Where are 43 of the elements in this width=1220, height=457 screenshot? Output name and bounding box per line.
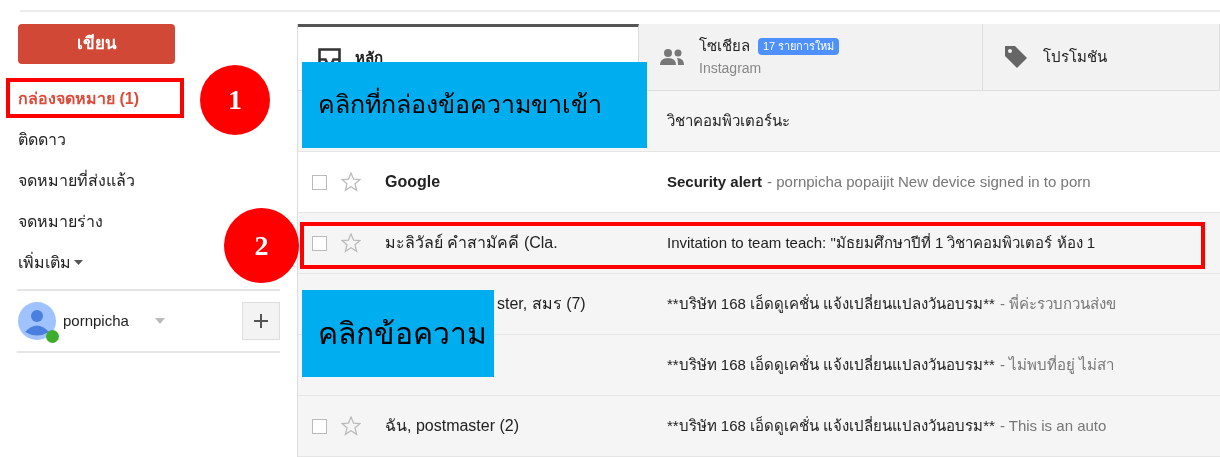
email-snippet: - ไม่พบที่อยู่ ไม่สา: [999, 354, 1115, 376]
email-subject: **บริษัท 168 เอ็ดดูเคชั่น แจ้งเปลี่ยนแปลงวันอบรม**: [667, 354, 995, 376]
sender-name: มะลิวัลย์ คำสามัคคี (Cla.: [385, 234, 558, 251]
star-icon[interactable]: [341, 416, 361, 436]
email-snippet: - This is an auto: [999, 415, 1107, 436]
email-row[interactable]: ฉัน, postmaster (2) **บริษัท 168 เอ็ดดูเคชั่น แจ้งเปลี่ยนแปลงวันอบรม** - This is an auto: [298, 396, 1220, 457]
sidebar-item[interactable]: จดหมายร่าง: [18, 209, 103, 234]
callout-tooltip: คลิกข้อความ: [302, 290, 494, 377]
tag-icon: [1003, 44, 1029, 70]
account-name[interactable]: pornpicha: [63, 309, 129, 333]
add-button[interactable]: [242, 302, 280, 340]
avatar-icon: [17, 301, 57, 341]
sidebar-item[interactable]: เพิ่มเติม: [18, 250, 71, 275]
tab[interactable]: โปรโมชัน: [983, 24, 1220, 90]
checkbox[interactable]: [312, 174, 327, 190]
plus-icon: [253, 313, 269, 329]
email-subject: **บริษัท 168 เอ็ดดูเคชั่น แจ้งเปลี่ยนแปลงวันอบรม**: [667, 415, 995, 437]
star-icon[interactable]: [341, 172, 361, 192]
email-subject: Invitation to team teach: "มัธยมศึกษาปีที่ 1 วิชาคอมพิวเตอร์ ห้อง 1: [667, 232, 1096, 253]
checkbox[interactable]: [312, 418, 327, 434]
email-snippet: - พี่ค่ะรวบกวนส่งข: [999, 293, 1117, 314]
caret-icon[interactable]: [74, 260, 83, 265]
tab-label: โซเชียล: [699, 36, 750, 57]
sidebar-item[interactable]: จดหมายที่ส่งแล้ว: [18, 168, 135, 193]
compose-button[interactable]: เขียน: [18, 24, 175, 64]
email-snippet: - pornpicha popaijit New device signed in to porn: [767, 171, 1091, 192]
sidebar-item[interactable]: ติดดาว: [18, 127, 66, 152]
new-count-badge: 17 รายการใหม่: [758, 38, 840, 55]
step-number: 2: [224, 208, 299, 283]
email-subject: วิชาคอมพิวเตอร์นะ: [667, 110, 790, 131]
sidebar-item[interactable]: กล่องจดหมาย (1): [18, 86, 139, 111]
email-subject: **บริษัท 168 เอ็ดดูเคชั่น แจ้งเปลี่ยนแปลงวันอบรม**: [667, 293, 995, 315]
sender-name: ster, สมร (7): [497, 295, 586, 312]
checkbox[interactable]: [312, 235, 327, 251]
tab-subtitle: Instagram: [699, 58, 763, 78]
people-icon: [659, 48, 685, 66]
callout-tooltip: คลิกที่กล่องข้อความขาเข้า: [302, 62, 647, 148]
star-icon[interactable]: [341, 233, 361, 253]
step-number: 1: [200, 65, 270, 135]
sender-name: Google: [385, 173, 441, 190]
email-subject: Security alert: [667, 171, 763, 192]
sender-name: ฉัน, postmaster (2): [385, 417, 520, 434]
tab-label: โปรโมชัน: [1043, 46, 1107, 67]
